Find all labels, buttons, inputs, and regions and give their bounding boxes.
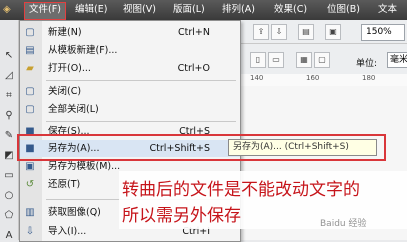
save-as-template-icon: ▣	[25, 161, 35, 172]
menu-item-new[interactable]: ▢ 新建(N) Ctrl+N	[20, 24, 240, 41]
menu-item-label: 新建(N)	[48, 27, 82, 38]
zoom-tool-icon[interactable]: ⚲	[3, 110, 15, 122]
current-page-icon[interactable]: ▢	[314, 52, 330, 68]
menu-item-open[interactable]: ▰ 打开(O)... Ctrl+O	[20, 60, 240, 77]
menu-item-label: 导入(I)...	[48, 226, 87, 237]
polygon-tool-icon[interactable]: ⬠	[3, 210, 15, 222]
save-as-tooltip: 另存为(A)... (Ctrl+Shift+S)	[228, 139, 377, 156]
template-icon: ▤	[25, 45, 35, 56]
open-folder-icon: ▰	[26, 63, 34, 74]
app-launcher-icon[interactable]: ▤	[298, 24, 314, 40]
menu-view[interactable]: 视图(V)	[123, 3, 156, 17]
annotation-line-2: 所以需另外保存	[122, 206, 241, 226]
menu-bitmaps[interactable]: 位图(B)	[327, 3, 360, 17]
page-landscape-icon[interactable]: ▭	[268, 52, 284, 68]
page-portrait-icon[interactable]: ▯	[250, 52, 266, 68]
menu-item-label: 从模板新建(F)...	[48, 45, 118, 56]
freehand-tool-icon[interactable]: ✎	[3, 130, 15, 142]
zoom-level-select[interactable]: 150%	[361, 24, 405, 41]
all-pages-icon[interactable]: ▦	[296, 52, 312, 68]
menu-text[interactable]: 文本	[378, 3, 397, 17]
close-all-icon: ▢	[25, 104, 35, 115]
close-document-icon: ▢	[25, 86, 35, 97]
menu-item-label: 关闭(C)	[48, 86, 82, 97]
pick-tool-icon[interactable]: ↖	[3, 50, 15, 62]
menubar: ◈ 文件(F) 编辑(E) 视图(V) 版面(L) 排列(A) 效果(C) 位图…	[0, 0, 407, 20]
menu-item-shortcut: Ctrl+O	[177, 63, 210, 74]
app-icon: ◈	[3, 4, 11, 15]
menu-separator	[46, 80, 236, 81]
export-icon[interactable]: ⇪	[253, 24, 269, 40]
crop-tool-icon[interactable]: ⌗	[3, 90, 15, 102]
smart-fill-icon[interactable]: ◩	[3, 150, 15, 162]
unit-select[interactable]: 毫米	[387, 52, 407, 68]
shape-tool-icon[interactable]: ◿	[3, 70, 15, 82]
menu-file[interactable]: 文件(F)	[24, 2, 66, 20]
ellipse-tool-icon[interactable]: ○	[3, 190, 15, 202]
new-document-icon: ▢	[25, 27, 35, 38]
import-toolbar-icon[interactable]: ⇩	[271, 24, 287, 40]
annotation-line-1: 转曲后的文件是不能改动文字的	[122, 180, 360, 200]
menu-item-close-all[interactable]: ▢ 全部关闭(L)	[20, 101, 240, 118]
ruler-tick: 160	[306, 74, 320, 82]
acquire-image-icon: ▥	[25, 207, 35, 218]
menu-item-label: 另存为模板(M)...	[48, 161, 121, 172]
ruler-tick: 180	[362, 74, 376, 82]
unit-label: 单位:	[356, 59, 378, 69]
revert-icon: ↺	[25, 179, 35, 190]
menu-item-label: 全部关闭(L)	[48, 104, 99, 115]
watermark: Baidu 经验	[320, 219, 367, 229]
menu-layout[interactable]: 版面(L)	[173, 3, 205, 17]
toolbox: ↖ ◿ ⌗ ⚲ ✎ ◩ ▭ ○ ⬠ A	[0, 20, 19, 242]
welcome-icon[interactable]: ▣	[325, 24, 341, 40]
menu-item-label: 打开(O)...	[48, 63, 91, 74]
menu-item-shortcut: Ctrl+N	[178, 27, 210, 38]
menu-arrange[interactable]: 排列(A)	[222, 3, 255, 17]
menu-effects[interactable]: 效果(C)	[274, 3, 307, 17]
menu-separator	[46, 121, 236, 122]
import-icon: ⇩	[25, 226, 35, 237]
menu-item-close[interactable]: ▢ 关闭(C)	[20, 83, 240, 100]
menu-item-label: 还原(T)	[48, 179, 81, 190]
text-tool-icon[interactable]: A	[3, 230, 15, 242]
ruler-tick: 140	[250, 74, 264, 82]
menu-item-label: 获取图像(Q)	[48, 207, 101, 218]
rectangle-tool-icon[interactable]: ▭	[3, 170, 15, 182]
menu-edit[interactable]: 编辑(E)	[75, 3, 107, 17]
menu-item-new-from-template[interactable]: ▤ 从模板新建(F)...	[20, 42, 240, 59]
